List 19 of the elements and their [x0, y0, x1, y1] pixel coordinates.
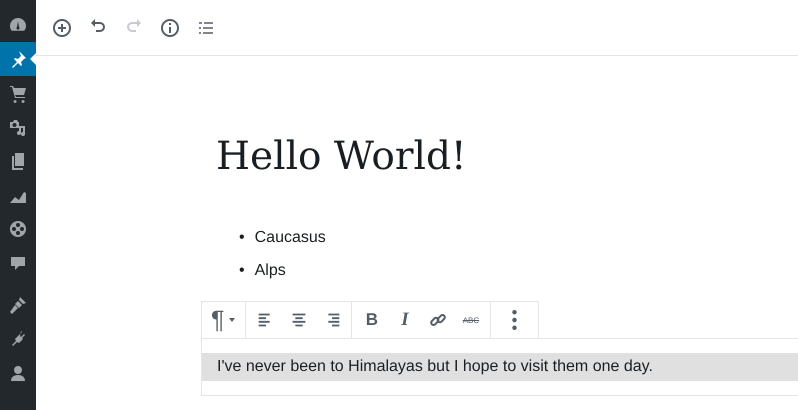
caret-icon [228, 316, 236, 324]
list-item: Alps [254, 261, 286, 281]
cart-icon [8, 83, 28, 103]
camera-music-icon [8, 117, 28, 137]
italic-button[interactable]: I [388, 305, 422, 335]
strikethrough-button[interactable]: ABC [454, 305, 488, 335]
brush-icon [8, 295, 28, 315]
wheel-icon [8, 219, 28, 239]
sidebar-item[interactable] [0, 42, 36, 76]
block-type-button[interactable]: ¶ [205, 305, 242, 335]
list-item: Caucasus [254, 228, 326, 248]
user-icon [8, 363, 28, 383]
more-vertical-icon [512, 310, 518, 330]
bullet: • [239, 228, 245, 248]
post-title[interactable]: Hello World! [216, 129, 798, 185]
bold-button[interactable]: B [355, 305, 388, 335]
paragraph-text[interactable]: I've never been to Himalayas but I hope to visit them one day. [202, 353, 798, 381]
paragraph-block[interactable]: I've never been to Himalayas but I hope to visit them one day. [201, 338, 798, 396]
bullet: • [239, 261, 245, 281]
